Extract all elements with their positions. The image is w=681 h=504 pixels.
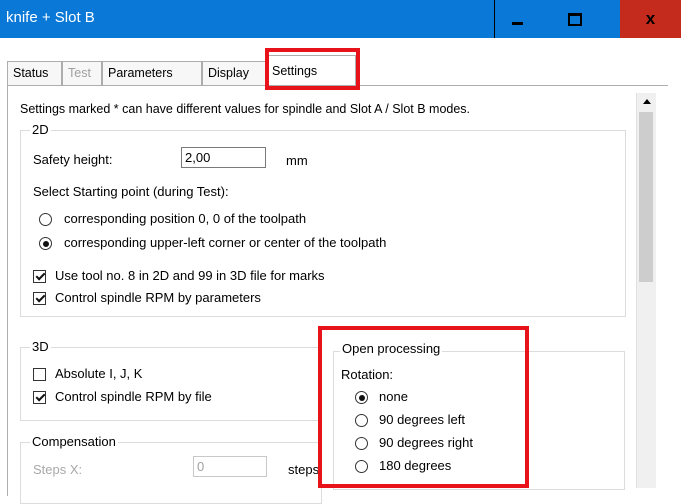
- tab-status[interactable]: Status: [7, 61, 62, 85]
- maximize-icon: [567, 12, 582, 26]
- radio-rotation-none[interactable]: [355, 391, 368, 404]
- starting-point-label: Select Starting point (during Test):: [33, 184, 229, 199]
- radio-position-origin-label: corresponding position 0, 0 of the toolp…: [64, 211, 307, 226]
- title-bar: knife + Slot B x: [0, 0, 681, 38]
- tab-test[interactable]: Test: [62, 61, 102, 85]
- radio-rotation-90-left-label: 90 degrees left: [379, 412, 466, 427]
- radio-upper-left-corner-label: corresponding upper-left corner or cente…: [64, 235, 387, 250]
- safety-height-label: Safety height:: [33, 152, 113, 167]
- close-button[interactable]: x: [620, 0, 681, 38]
- radio-rotation-90-left[interactable]: [355, 414, 368, 427]
- scroll-up-button[interactable]: [637, 93, 656, 110]
- checkbox-spindle-rpm-file-label: Control spindle RPM by file: [55, 389, 212, 404]
- close-icon: x: [645, 9, 656, 28]
- steps-unit: steps: [288, 462, 320, 477]
- checkbox-spindle-rpm-params-label: Control spindle RPM by parameters: [55, 290, 261, 305]
- tab-display[interactable]: Display: [202, 61, 266, 85]
- checkbox-spindle-rpm-params[interactable]: [33, 292, 46, 305]
- tab-settings[interactable]: Settings: [266, 55, 356, 86]
- group-open-processing-title: Open processing: [340, 341, 443, 356]
- checkbox-absolute-ijk-label: Absolute I, J, K: [55, 366, 143, 381]
- chevron-up-icon: [642, 99, 651, 104]
- radio-rotation-none-label: none: [379, 389, 408, 404]
- safety-height-unit: mm: [286, 153, 308, 168]
- checkbox-spindle-rpm-file[interactable]: [33, 391, 46, 404]
- settings-note: Settings marked * can have different val…: [20, 102, 471, 116]
- radio-rotation-180-label: 180 degrees: [379, 458, 452, 473]
- group-compensation-title: Compensation: [30, 434, 118, 449]
- radio-upper-left-corner[interactable]: [39, 237, 52, 250]
- radio-position-origin[interactable]: [39, 213, 52, 226]
- radio-rotation-90-right[interactable]: [355, 437, 368, 450]
- rotation-label: Rotation:: [341, 367, 394, 382]
- group-2d-title: 2D: [30, 122, 51, 137]
- steps-x-label: Steps X:: [33, 462, 83, 477]
- radio-rotation-180[interactable]: [355, 460, 368, 473]
- scrollbar-thumb[interactable]: [639, 112, 653, 282]
- maximize-button[interactable]: [552, 0, 597, 38]
- group-3d-title: 3D: [30, 339, 51, 354]
- safety-height-input[interactable]: [181, 147, 266, 168]
- checkbox-tool-marks[interactable]: [33, 270, 46, 283]
- steps-x-input[interactable]: [193, 456, 267, 477]
- tab-parameters[interactable]: Parameters: [102, 61, 202, 85]
- group-3d: [20, 347, 322, 421]
- minimize-button[interactable]: [494, 0, 540, 38]
- checkbox-tool-marks-label: Use tool no. 8 in 2D and 99 in 3D file f…: [55, 268, 325, 283]
- minimize-icon: [512, 21, 523, 25]
- window-title: knife + Slot B: [6, 9, 95, 26]
- checkbox-absolute-ijk[interactable]: [33, 368, 46, 381]
- vertical-scrollbar[interactable]: [636, 93, 656, 488]
- radio-rotation-90-right-label: 90 degrees right: [379, 435, 473, 450]
